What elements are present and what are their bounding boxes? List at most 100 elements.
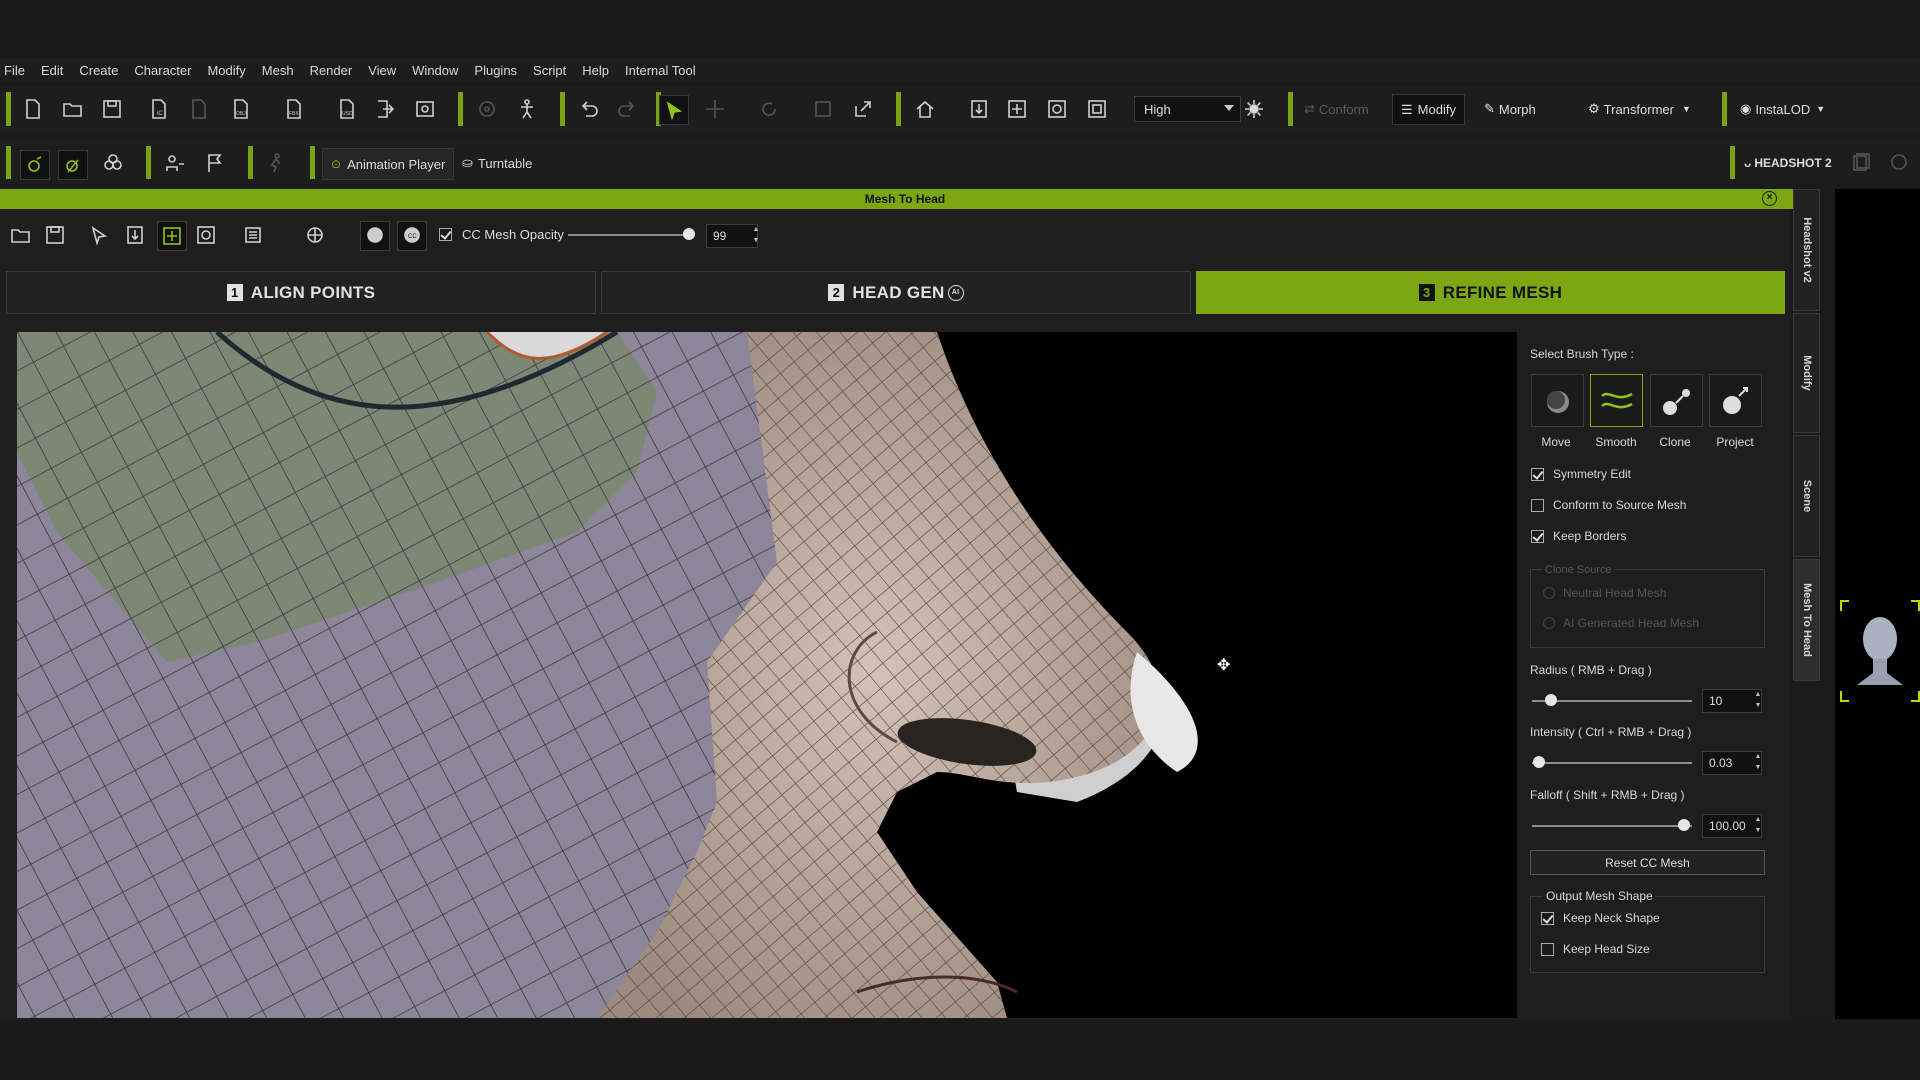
flag-icon[interactable] — [202, 150, 228, 176]
menu-character[interactable]: Character — [134, 63, 191, 78]
brush-project-button[interactable] — [1709, 374, 1762, 427]
export-icon — [186, 96, 212, 122]
radius-slider-knob[interactable] — [1545, 694, 1557, 706]
frame-icon[interactable] — [1004, 96, 1030, 122]
usd-icon[interactable]: USD — [334, 96, 360, 122]
pose-icon[interactable] — [514, 96, 540, 122]
brush-smooth-button[interactable] — [1590, 374, 1643, 427]
fbx-icon[interactable]: FBX — [281, 96, 307, 122]
frame-selected-icon[interactable] — [193, 222, 219, 248]
frame-active-icon[interactable] — [157, 221, 187, 251]
menu-view[interactable]: View — [368, 63, 396, 78]
animation-player-button[interactable]: ⊙ Animation Player — [322, 148, 455, 180]
tab-refine-mesh[interactable]: 3 REFINE MESH — [1196, 271, 1785, 314]
menu-window[interactable]: Window — [412, 63, 458, 78]
reset-cc-mesh-button[interactable]: Reset CC Mesh — [1530, 850, 1765, 875]
keep-neck-shape-checkbox[interactable] — [1541, 912, 1554, 925]
menu-edit[interactable]: Edit — [41, 63, 63, 78]
morph-button[interactable]: ✎ Morph — [1484, 96, 1536, 122]
undo-icon[interactable] — [576, 96, 602, 122]
modify-button[interactable]: ☰ Modify — [1392, 94, 1465, 125]
3d-viewport[interactable]: ✥ — [17, 332, 1517, 1018]
new-file-icon[interactable] — [20, 96, 46, 122]
falloff-label: Falloff ( Shift + RMB + Drag ) — [1530, 788, 1685, 802]
close-icon[interactable]: × — [1762, 191, 1777, 206]
opacity-slider-knob[interactable] — [682, 228, 695, 240]
character-morph-icon[interactable] — [58, 150, 88, 180]
group-icon[interactable] — [100, 150, 126, 176]
toolbar-separator — [560, 92, 565, 126]
falloff-spinner[interactable]: ▲ ▼ — [1753, 814, 1763, 836]
menu-render[interactable]: Render — [310, 63, 353, 78]
turntable-button[interactable]: ⛀ Turntable — [462, 150, 532, 176]
tab-modify[interactable]: Modify — [1793, 313, 1820, 433]
brush-clone-button[interactable] — [1650, 374, 1703, 427]
menu-file[interactable]: File — [4, 63, 25, 78]
falloff-slider-track[interactable] — [1532, 825, 1692, 827]
align-down-icon[interactable] — [122, 222, 148, 248]
tab-align-points[interactable]: 1 ALIGN POINTS — [6, 271, 596, 314]
scene-people-icon[interactable] — [162, 150, 188, 176]
head-wire-icon[interactable] — [302, 222, 328, 248]
move-brush-icon — [1546, 390, 1569, 413]
menu-internal-tool[interactable]: Internal Tool — [625, 63, 696, 78]
display-mode-icon[interactable] — [240, 222, 266, 248]
select-arrow-icon[interactable] — [659, 95, 689, 125]
save-icon[interactable] — [99, 96, 125, 122]
opacity-slider-track[interactable] — [568, 234, 690, 236]
tab-headshot-v2[interactable]: Headshot v2 — [1793, 189, 1820, 311]
keep-head-size-checkbox[interactable] — [1541, 943, 1554, 956]
keep-borders-checkbox[interactable] — [1531, 530, 1544, 543]
head-cc-icon[interactable]: CC — [397, 221, 427, 251]
brush-move-button[interactable] — [1531, 374, 1584, 427]
transformer-icon: ⚙ — [1588, 101, 1600, 116]
falloff-slider-knob[interactable] — [1678, 819, 1690, 831]
open-folder-icon[interactable] — [8, 222, 34, 248]
snap-icon[interactable] — [850, 96, 876, 122]
opacity-spinner[interactable]: ▲ ▼ — [751, 224, 761, 246]
fit-down-icon[interactable] — [966, 96, 992, 122]
frame-selected-icon[interactable] — [1044, 96, 1070, 122]
toolbar-separator — [1730, 146, 1735, 179]
quality-select[interactable]: High — [1134, 96, 1241, 122]
import-icon[interactable]: iC — [146, 96, 172, 122]
step-number: 3 — [1418, 284, 1435, 301]
menu-mesh[interactable]: Mesh — [262, 63, 294, 78]
instalod-button[interactable]: ◉ InstaLOD ▼ — [1740, 96, 1825, 122]
intensity-slider-track[interactable] — [1532, 762, 1692, 764]
radius-spinner[interactable]: ▲ ▼ — [1753, 689, 1763, 711]
conform-to-source-checkbox[interactable] — [1531, 499, 1544, 512]
menu-plugins[interactable]: Plugins — [474, 63, 517, 78]
home-icon[interactable] — [912, 96, 938, 122]
intensity-spinner[interactable]: ▲ ▼ — [1753, 751, 1763, 773]
chevron-down-icon: ▼ — [1681, 104, 1691, 114]
headshot-button[interactable]: ᴗ HEADSHOT 2 — [1744, 150, 1832, 176]
obj-icon[interactable]: OBJ — [228, 96, 254, 122]
tab-mesh-to-head-label: Mesh To Head — [1800, 583, 1813, 657]
intensity-slider-knob[interactable] — [1533, 756, 1545, 768]
clone-brush-icon — [1662, 388, 1690, 415]
symmetry-edit-checkbox[interactable] — [1531, 468, 1544, 481]
move-cursor-icon: ✥ — [1217, 657, 1230, 674]
menu-modify[interactable]: Modify — [207, 63, 245, 78]
step-number: 1 — [226, 284, 243, 301]
menu-create[interactable]: Create — [79, 63, 118, 78]
tab-head-gen[interactable]: 2 HEAD GEN AI — [601, 271, 1191, 314]
select-arrow-icon[interactable] — [86, 222, 112, 248]
radio-ai-head — [1543, 617, 1555, 629]
head-source-icon[interactable] — [360, 221, 390, 251]
light-icon[interactable] — [1241, 96, 1267, 122]
transformer-button[interactable]: ⚙ Transformer ▼ — [1588, 96, 1691, 122]
cc-mesh-opacity-checkbox[interactable] — [439, 228, 452, 241]
scene-icon[interactable] — [412, 96, 438, 122]
menu-help[interactable]: Help — [582, 63, 609, 78]
head-thumbnail[interactable] — [1835, 189, 1920, 1019]
tab-mesh-to-head[interactable]: Mesh To Head — [1793, 559, 1820, 681]
open-folder-icon[interactable] — [60, 96, 86, 122]
save-icon[interactable] — [42, 222, 68, 248]
send-icon[interactable] — [372, 96, 398, 122]
tab-scene[interactable]: Scene — [1793, 435, 1820, 557]
menu-script[interactable]: Script — [533, 63, 566, 78]
camera-view-icon[interactable] — [1084, 96, 1110, 122]
character-edit-icon[interactable] — [20, 150, 50, 180]
